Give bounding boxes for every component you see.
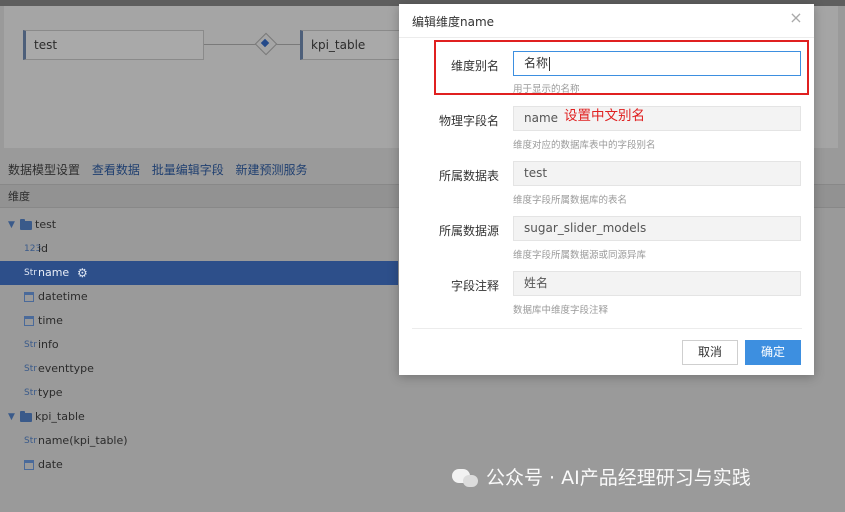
string-type-icon: Str bbox=[24, 436, 37, 446]
physical-field-input[interactable]: name bbox=[513, 106, 801, 131]
tab-new-forecast[interactable]: 新建预测服务 bbox=[236, 163, 308, 177]
tree-item[interactable]: time bbox=[0, 309, 398, 333]
tree-item[interactable]: 123 id bbox=[0, 237, 398, 261]
folder-icon bbox=[20, 411, 32, 422]
datasource-value: sugar_slider_models bbox=[524, 221, 647, 235]
model-tabs: 数据模型设置 查看数据 批量编辑字段 新建预测服务 bbox=[8, 160, 316, 180]
tree-item-selected[interactable]: Str name ⚙ bbox=[0, 261, 398, 285]
datetime-icon bbox=[24, 292, 34, 302]
tree-item[interactable]: datetime bbox=[0, 285, 398, 309]
tree-item-label: time bbox=[38, 314, 63, 327]
join-line bbox=[204, 44, 300, 45]
dialog-title: 编辑维度name bbox=[412, 15, 495, 29]
tab-batch-edit[interactable]: 批量编辑字段 bbox=[152, 163, 224, 177]
tree-group-label: kpi_table bbox=[35, 410, 85, 423]
string-type-icon: Str bbox=[24, 364, 37, 374]
folder-icon bbox=[20, 219, 32, 230]
tree-item[interactable]: Str eventtype bbox=[0, 357, 398, 381]
physical-field-value: name bbox=[524, 111, 559, 125]
tree-group-kpi-table[interactable]: ▼ kpi_table bbox=[0, 405, 398, 429]
calendar-icon bbox=[24, 316, 34, 326]
table-node-kpi[interactable]: kpi_table bbox=[300, 30, 400, 60]
table-hint: 维度字段所属数据库的表名 bbox=[513, 195, 628, 206]
chevron-down-icon[interactable]: ▼ bbox=[8, 213, 15, 237]
tree-item[interactable]: date bbox=[0, 453, 398, 477]
string-type-icon: Str bbox=[24, 388, 37, 398]
table-node-label: test bbox=[34, 38, 58, 52]
table-value: test bbox=[524, 166, 548, 180]
calendar-icon bbox=[24, 460, 34, 470]
tree-item-label: name bbox=[38, 266, 70, 279]
table-node-test[interactable]: test bbox=[23, 30, 204, 60]
edit-dimension-dialog: 编辑维度name × 维度别名 名称 用于显示的名称 物理字段名 name 维度… bbox=[399, 4, 814, 375]
datasource-hint: 维度字段所属数据源或同源异库 bbox=[513, 250, 647, 261]
table-input[interactable]: test bbox=[513, 161, 801, 186]
tree-item-label: id bbox=[38, 242, 49, 255]
string-type-icon: Str bbox=[24, 268, 37, 278]
divider bbox=[412, 328, 802, 329]
datasource-label: 所属数据源 bbox=[438, 224, 499, 238]
tree-item[interactable]: Str info bbox=[0, 333, 398, 357]
table-label: 所属数据表 bbox=[438, 169, 499, 183]
cancel-button[interactable]: 取消 bbox=[682, 340, 738, 365]
string-type-icon: Str bbox=[24, 340, 37, 350]
tree-group-label: test bbox=[35, 218, 57, 231]
dimension-header-label: 维度 bbox=[8, 190, 30, 203]
comment-hint: 数据库中维度字段注释 bbox=[513, 305, 609, 316]
annotation-text: 设置中文别名 bbox=[564, 108, 645, 124]
highlight-box bbox=[434, 40, 809, 95]
tab-model-settings[interactable]: 数据模型设置 bbox=[8, 163, 80, 177]
watermark-text: 公众号 · AI产品经理研习与实践 bbox=[486, 467, 751, 489]
datasource-input[interactable]: sugar_slider_models bbox=[513, 216, 801, 241]
tree-item-label: name(kpi_table) bbox=[38, 434, 128, 447]
table-node-label: kpi_table bbox=[311, 38, 366, 52]
tree-group-test[interactable]: ▼ test bbox=[0, 213, 398, 237]
close-icon[interactable]: × bbox=[787, 9, 805, 27]
wechat-icon bbox=[452, 467, 480, 489]
gear-icon[interactable]: ⚙ bbox=[77, 261, 88, 285]
confirm-button[interactable]: 确定 bbox=[745, 340, 801, 365]
tree-item-label: datetime bbox=[38, 290, 88, 303]
comment-value: 姓名 bbox=[524, 276, 549, 290]
physical-field-hint: 维度对应的数据库表中的字段别名 bbox=[513, 140, 656, 151]
physical-field-label: 物理字段名 bbox=[438, 114, 499, 128]
tab-view-data[interactable]: 查看数据 bbox=[92, 163, 140, 177]
comment-input[interactable]: 姓名 bbox=[513, 271, 801, 296]
tree-item[interactable]: Str type bbox=[0, 381, 398, 405]
divider bbox=[399, 37, 814, 38]
tree-item-label: eventtype bbox=[38, 362, 94, 375]
tree-item-label: date bbox=[38, 458, 63, 471]
chevron-down-icon[interactable]: ▼ bbox=[8, 405, 15, 429]
tree-item-label: info bbox=[38, 338, 59, 351]
tree-item-label: type bbox=[38, 386, 63, 399]
tree-item[interactable]: Str name(kpi_table) bbox=[0, 429, 398, 453]
comment-label: 字段注释 bbox=[450, 279, 499, 293]
